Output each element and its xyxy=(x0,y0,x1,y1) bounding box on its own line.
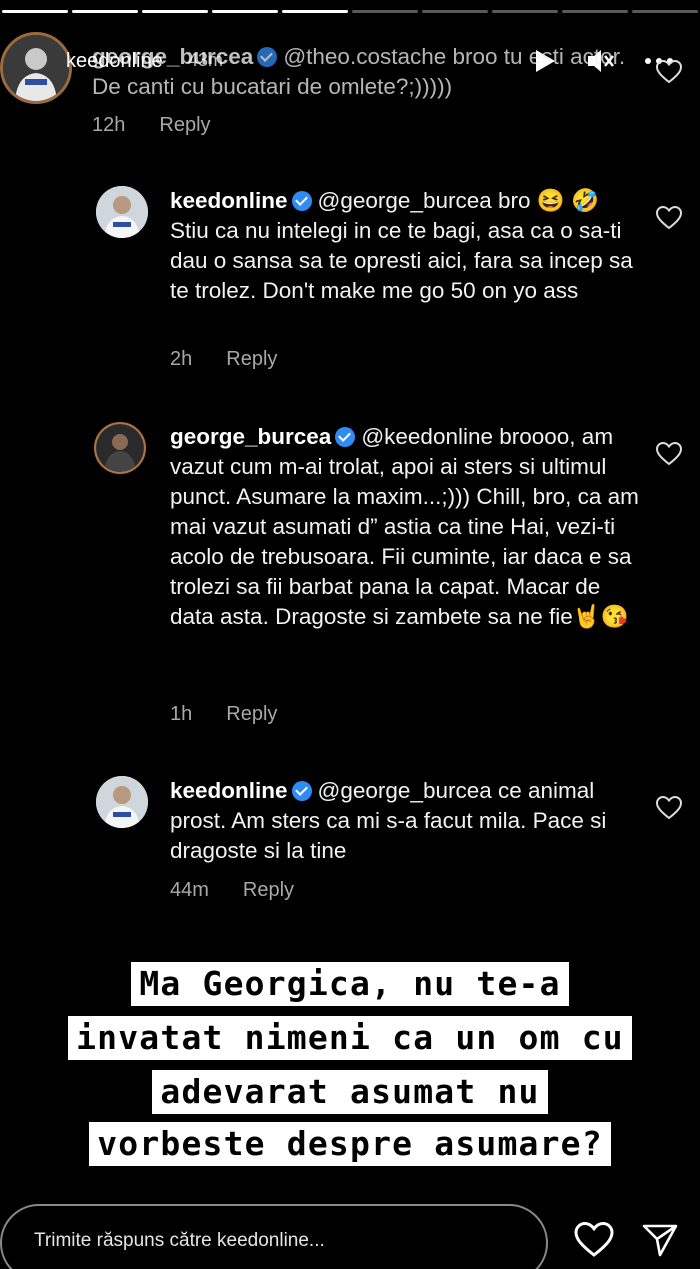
comment-meta: 2h Reply xyxy=(170,348,277,371)
heart-icon[interactable] xyxy=(656,60,682,84)
story-caption-line: Ma Georgica, nu te-a xyxy=(0,962,700,1006)
reply-button[interactable]: Reply xyxy=(226,348,277,370)
heart-icon[interactable] xyxy=(656,796,682,820)
progress-segment xyxy=(352,10,418,13)
progress-segment xyxy=(72,10,138,13)
comment-message: @keedonline broooo, am vazut cum m-ai tr… xyxy=(170,424,639,629)
progress-segment xyxy=(282,10,348,13)
story-caption-line: adevarat asumat nu xyxy=(0,1070,700,1114)
progress-segment xyxy=(142,10,208,13)
send-icon xyxy=(642,1224,678,1257)
comment-time: 44m xyxy=(170,879,209,901)
reply-button[interactable]: Reply xyxy=(159,114,210,136)
comment-text: george_burcea @theo.costache broo tu esti… xyxy=(92,42,652,102)
comment-meta: 1h Reply xyxy=(170,703,277,726)
story-caption-line: vorbeste despre asumare? xyxy=(0,1122,700,1166)
comment-avatar[interactable] xyxy=(94,422,146,474)
progress-segment xyxy=(2,10,68,13)
story-caption-line: invatat nimeni ca un om cu xyxy=(0,1016,700,1060)
story-progress-bar xyxy=(0,10,700,14)
comment-username[interactable]: george_burcea xyxy=(92,44,253,69)
heart-icon[interactable] xyxy=(656,206,682,230)
progress-segment xyxy=(422,10,488,13)
reply-button[interactable]: Reply xyxy=(243,879,294,901)
heart-icon[interactable] xyxy=(656,442,682,466)
comment-text: keedonline @george_burcea bro 😆 🤣 Stiu ca… xyxy=(170,186,640,306)
progress-segment xyxy=(632,10,698,13)
send-story-button[interactable] xyxy=(638,1218,682,1262)
reply-button[interactable]: Reply xyxy=(226,703,277,725)
comment-text: keedonline @george_burcea ce animal prost… xyxy=(170,776,640,866)
comment-meta: 12h Reply xyxy=(92,114,211,137)
verified-badge-icon xyxy=(257,47,278,67)
progress-segment xyxy=(562,10,628,13)
progress-segment xyxy=(212,10,278,13)
comment-username[interactable]: keedonline xyxy=(170,188,288,213)
verified-badge-icon xyxy=(335,427,356,447)
progress-segment xyxy=(492,10,558,13)
comment-time: 2h xyxy=(170,348,193,370)
verified-badge-icon xyxy=(291,191,312,211)
comment-avatar[interactable] xyxy=(96,186,148,238)
comment-username[interactable]: george_burcea xyxy=(170,424,331,449)
comment-meta: 44m Reply xyxy=(170,879,294,902)
heart-icon xyxy=(574,1222,614,1257)
comment-time: 1h xyxy=(170,703,193,725)
comment-avatar[interactable] xyxy=(96,776,148,828)
reply-input[interactable] xyxy=(34,1230,534,1252)
comment-time: 12h xyxy=(92,114,126,136)
story-avatar[interactable] xyxy=(0,32,72,104)
verified-badge-icon xyxy=(291,781,312,801)
comment-text: george_burcea @keedonline broooo, am vazu… xyxy=(170,422,640,632)
reply-bar xyxy=(0,1204,548,1269)
comment-username[interactable]: keedonline xyxy=(170,778,288,803)
like-story-button[interactable] xyxy=(572,1218,616,1262)
